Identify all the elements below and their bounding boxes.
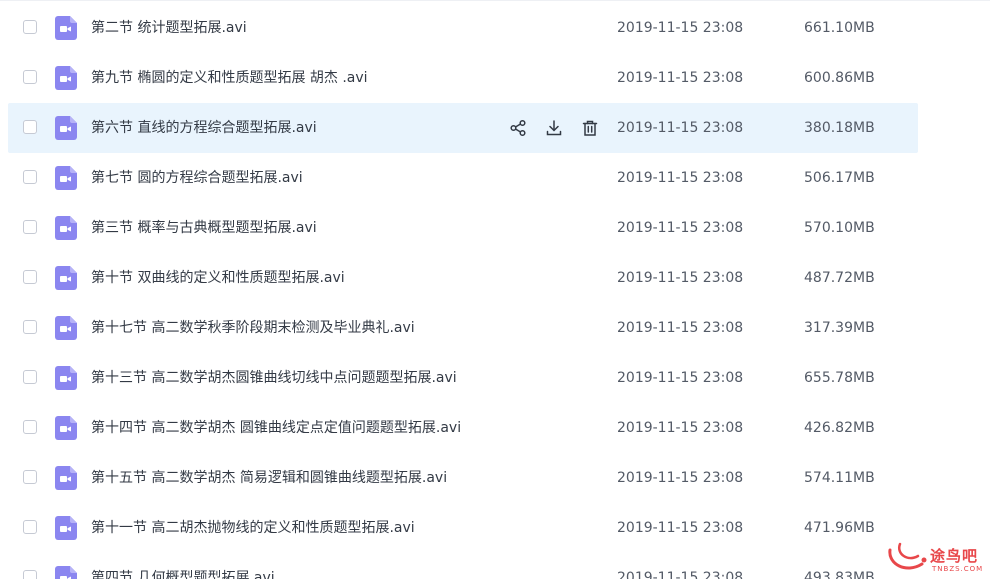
file-row[interactable]: 第四节 几何概型题型拓展.avi 2019-11-15 23:08 493.83MB [8,553,918,579]
download-icon [546,120,562,136]
video-file-icon [55,16,77,40]
file-modified-date: 2019-11-15 23:08 [617,270,744,286]
download-button[interactable] [544,118,564,138]
file-name[interactable]: 第七节 圆的方程综合题型拓展.avi [91,153,303,203]
file-size: 493.83MB [804,570,875,579]
file-size: 317.39MB [804,320,875,336]
file-row[interactable]: 第十三节 高二数学胡杰圆锥曲线切线中点问题题型拓展.avi 2019-11-15 … [8,353,918,403]
file-size: 574.11MB [804,470,875,486]
share-icon [510,119,526,137]
file-modified-date: 2019-11-15 23:08 [617,470,744,486]
row-checkbox[interactable] [23,370,37,384]
file-size: 600.86MB [804,70,875,86]
file-row[interactable]: 第三节 概率与古典概型题型拓展.avi 2019-11-15 23:08 570.1… [8,203,918,253]
file-modified-date: 2019-11-15 23:08 [617,70,744,86]
file-name[interactable]: 第十四节 高二数学胡杰 圆锥曲线定点定值问题题型拓展.avi [91,403,461,453]
file-list: 第二节 统计题型拓展.avi 2019-11-15 23:08 661.10MB 第九… [8,3,918,579]
video-file-icon [55,166,77,190]
share-button[interactable] [508,118,528,138]
file-row[interactable]: 第六节 直线的方程综合题型拓展.avi 2019-11-15 23:08 380.1… [8,103,918,153]
row-checkbox[interactable] [23,270,37,284]
row-checkbox[interactable] [23,470,37,484]
file-row[interactable]: 第十节 双曲线的定义和性质题型拓展.avi 2019-11-15 23:08 487… [8,253,918,303]
row-checkbox[interactable] [23,520,37,534]
file-size: 655.78MB [804,370,875,386]
file-row[interactable]: 第十五节 高二数学胡杰 简易逻辑和圆锥曲线题型拓展.avi 2019-11-15 … [8,453,918,503]
watermark-text: 途鸟吧 [930,547,979,565]
file-row[interactable]: 第二节 统计题型拓展.avi 2019-11-15 23:08 661.10MB [8,3,918,53]
file-size: 426.82MB [804,420,875,436]
file-row[interactable]: 第十七节 高二数学秋季阶段期末检测及毕业典礼.avi 2019-11-15 23:… [8,303,918,353]
file-size: 487.72MB [804,270,875,286]
video-file-icon [55,366,77,390]
row-checkbox[interactable] [23,220,37,234]
file-modified-date: 2019-11-15 23:08 [617,520,744,536]
watermark-subtext: TNBZS.COM [932,565,984,573]
file-size: 661.10MB [804,20,875,36]
delete-icon [582,120,598,136]
row-checkbox[interactable] [23,70,37,84]
file-modified-date: 2019-11-15 23:08 [617,20,744,36]
file-name[interactable]: 第三节 概率与古典概型题型拓展.avi [91,203,317,253]
file-modified-date: 2019-11-15 23:08 [617,170,744,186]
file-size: 471.96MB [804,520,875,536]
video-file-icon [55,216,77,240]
file-name[interactable]: 第九节 椭圆的定义和性质题型拓展 胡杰 .avi [91,53,368,103]
file-row[interactable]: 第九节 椭圆的定义和性质题型拓展 胡杰 .avi 2019-11-15 23:08… [8,53,918,103]
delete-button[interactable] [580,118,600,138]
video-file-icon [55,566,77,579]
row-checkbox[interactable] [23,420,37,434]
file-name[interactable]: 第二节 统计题型拓展.avi [91,3,247,53]
file-modified-date: 2019-11-15 23:08 [617,570,744,579]
row-actions [508,117,616,139]
video-file-icon [55,466,77,490]
file-name[interactable]: 第十一节 高二胡杰抛物线的定义和性质题型拓展.avi [91,503,415,553]
row-checkbox[interactable] [23,20,37,34]
file-name[interactable]: 第十七节 高二数学秋季阶段期末检测及毕业典礼.avi [91,303,415,353]
file-row[interactable]: 第十四节 高二数学胡杰 圆锥曲线定点定值问题题型拓展.avi 2019-11-15… [8,403,918,453]
file-modified-date: 2019-11-15 23:08 [617,420,744,436]
file-size: 380.18MB [804,120,875,136]
video-file-icon [55,316,77,340]
file-name[interactable]: 第四节 几何概型题型拓展.avi [91,553,275,579]
video-file-icon [55,516,77,540]
file-modified-date: 2019-11-15 23:08 [617,370,744,386]
file-modified-date: 2019-11-15 23:08 [617,320,744,336]
video-file-icon [55,266,77,290]
file-row[interactable]: 第七节 圆的方程综合题型拓展.avi 2019-11-15 23:08 506.17… [8,153,918,203]
file-name[interactable]: 第十三节 高二数学胡杰圆锥曲线切线中点问题题型拓展.avi [91,353,457,403]
row-checkbox[interactable] [23,170,37,184]
file-row[interactable]: 第十一节 高二胡杰抛物线的定义和性质题型拓展.avi 2019-11-15 23:… [8,503,918,553]
row-checkbox[interactable] [23,120,37,134]
video-file-icon [55,116,77,140]
file-name[interactable]: 第十节 双曲线的定义和性质题型拓展.avi [91,253,345,303]
video-file-icon [55,66,77,90]
file-list-page: 第二节 统计题型拓展.avi 2019-11-15 23:08 661.10MB 第九… [0,0,990,579]
top-divider [0,0,990,1]
file-name[interactable]: 第六节 直线的方程综合题型拓展.avi [91,103,317,153]
file-name[interactable]: 第十五节 高二数学胡杰 简易逻辑和圆锥曲线题型拓展.avi [91,453,447,503]
file-modified-date: 2019-11-15 23:08 [617,120,744,136]
file-size: 570.10MB [804,220,875,236]
video-file-icon [55,416,77,440]
file-size: 506.17MB [804,170,875,186]
file-modified-date: 2019-11-15 23:08 [617,220,744,236]
row-checkbox[interactable] [23,320,37,334]
row-checkbox[interactable] [23,570,37,579]
